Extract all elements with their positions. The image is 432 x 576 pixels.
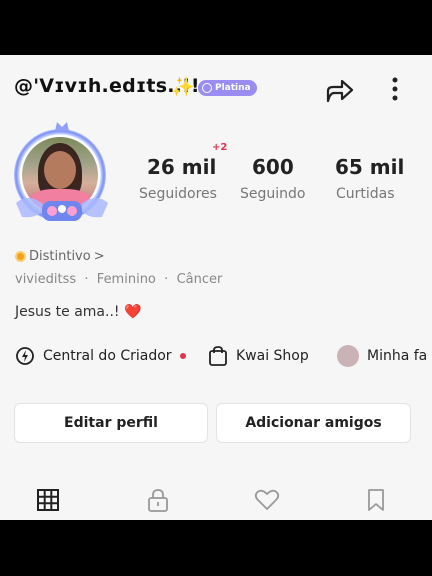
- followers-count[interactable]: 26 mil: [147, 155, 216, 179]
- badge-label: Platina: [215, 83, 251, 93]
- kwai-shop-shortcut[interactable]: Kwai Shop: [208, 341, 309, 371]
- tab-liked[interactable]: [254, 488, 280, 512]
- profile-screen: @'Vɪvɪh.edɪts..!! ✨ Platina 26 mil +2 Se…: [0, 55, 432, 520]
- shortcut-label: Central do Criador: [43, 348, 172, 364]
- bio-text: Jesus te ama..!: [15, 304, 120, 320]
- gender: Feminino: [96, 272, 156, 287]
- shortcut-label: Minha fa: [367, 348, 428, 364]
- distintivo-label: Distintivo: [29, 249, 91, 264]
- family-shortcut[interactable]: Minha fa: [337, 341, 427, 371]
- notification-dot: [179, 353, 186, 359]
- more-options-button[interactable]: [386, 75, 404, 105]
- creator-center-shortcut[interactable]: Central do Criador: [15, 341, 186, 371]
- separator: ·: [164, 272, 169, 287]
- likes-label[interactable]: Curtidas: [336, 186, 395, 202]
- chevron-right-icon: >: [93, 249, 105, 264]
- bio: Jesus te ama..! ❤️: [15, 304, 141, 320]
- crown-icon: [55, 122, 69, 131]
- shopping-bag-icon: [209, 346, 227, 366]
- sparkle-emoji: ✨: [171, 76, 195, 98]
- zodiac-sign: Câncer: [176, 272, 223, 287]
- avatar[interactable]: [8, 122, 116, 235]
- followers-delta: +2: [212, 142, 228, 153]
- tab-saved[interactable]: [364, 488, 388, 512]
- likes-count[interactable]: 65 mil: [335, 155, 404, 179]
- grid-icon: [37, 489, 59, 511]
- shortcuts-row: Central do Criador Kwai Shop Minha fa: [0, 341, 432, 371]
- heart-icon: [254, 489, 280, 510]
- bookmark-icon: [368, 489, 384, 511]
- lightning-location-icon: [16, 347, 34, 365]
- separator: ·: [84, 272, 89, 287]
- content-tabs: [0, 480, 432, 520]
- profile-info: vivieditss · Feminino · Câncer: [15, 272, 222, 287]
- lock-icon: [148, 489, 168, 512]
- following-label[interactable]: Seguindo: [240, 186, 305, 202]
- family-avatar-icon: [337, 345, 359, 367]
- share-button[interactable]: [324, 75, 356, 105]
- handle: vivieditss: [15, 272, 77, 287]
- more-vertical-icon: [392, 77, 398, 101]
- tab-private[interactable]: [146, 488, 170, 512]
- edit-profile-button[interactable]: Editar perfil: [14, 403, 208, 443]
- distintivo-icon: [15, 251, 26, 262]
- followers-label[interactable]: Seguidores: [139, 186, 217, 202]
- badge-icon: [202, 83, 212, 93]
- top-bar: @'Vɪvɪh.edɪts..!! ✨ Platina: [0, 55, 432, 119]
- share-icon: [326, 79, 354, 103]
- shortcut-label: Kwai Shop: [236, 348, 309, 364]
- platina-badge[interactable]: Platina: [198, 80, 257, 96]
- distintivo-link[interactable]: Distintivo >: [15, 249, 105, 264]
- following-count[interactable]: 600: [252, 155, 294, 179]
- heart-emoji: ❤️: [123, 304, 142, 320]
- avatar-frame-decoration: [16, 197, 108, 221]
- add-friends-button[interactable]: Adicionar amigos: [216, 403, 411, 443]
- tab-grid[interactable]: [36, 488, 60, 512]
